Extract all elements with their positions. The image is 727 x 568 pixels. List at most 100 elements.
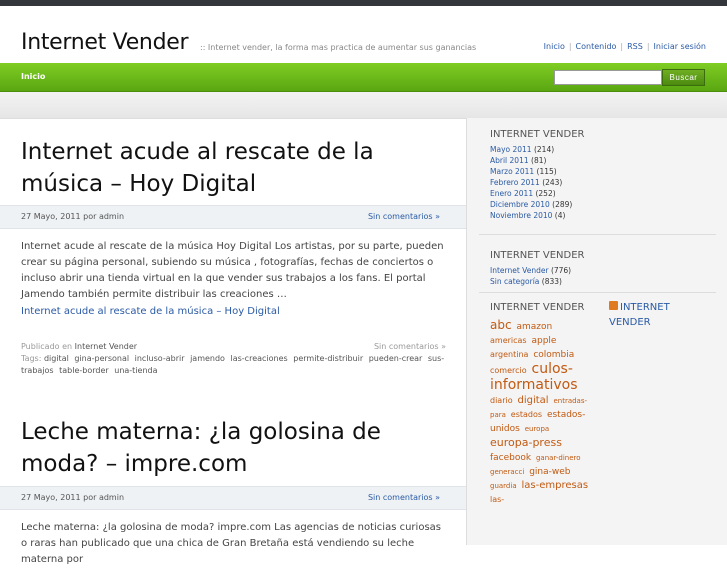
tag-link[interactable]: una-tienda xyxy=(114,366,157,375)
tagcloud-link[interactable]: las- xyxy=(490,495,504,504)
archive-link[interactable]: Febrero 2011 xyxy=(490,178,540,187)
tag-link[interactable]: table-border xyxy=(59,366,109,375)
archive-link[interactable]: Abril 2011 xyxy=(490,156,529,165)
tagcloud-link[interactable]: guardia xyxy=(490,482,517,490)
archive-item: Marzo 2011 (115) xyxy=(490,166,572,177)
tagcloud-link[interactable]: argentina xyxy=(490,350,528,359)
archive-item: Enero 2011 (252) xyxy=(490,188,572,199)
tags-line: Tags: digital gina-personal incluso-abri… xyxy=(21,353,446,377)
archive-count: (289) xyxy=(552,200,573,209)
separator: | xyxy=(568,42,572,51)
archive-item: Diciembre 2010 (289) xyxy=(490,199,572,210)
archive-item: Abril 2011 (81) xyxy=(490,155,572,166)
tag-link[interactable]: pueden-crear xyxy=(369,354,423,363)
archive-count: (115) xyxy=(536,167,557,176)
tag-link[interactable]: permite-distribuir xyxy=(293,354,363,363)
tag-link[interactable]: incluso-abrir xyxy=(135,354,185,363)
main-content: Internet acude al rescate de la música –… xyxy=(0,118,466,565)
sidebar: INTERNET VENDER Mayo 2011 (214) Abril 20… xyxy=(466,118,727,545)
toplink-rss[interactable]: RSS xyxy=(627,42,643,51)
top-links: Inicio | Contenido | RSS | Iniciar sesión xyxy=(544,42,706,51)
rss-widget[interactable]: INTERNET VENDER xyxy=(609,300,699,330)
comments-link[interactable]: Sin comentarios » xyxy=(368,212,440,221)
tagcloud-link[interactable]: europa xyxy=(525,425,549,433)
post-date: 27 Mayo, 2011 por admin xyxy=(21,493,125,502)
site-tagline: :: Internet vender, la forma mas practic… xyxy=(200,43,477,52)
top-strip xyxy=(0,0,727,6)
tagcloud-link[interactable]: las-empresas xyxy=(521,480,588,491)
tagcloud-link[interactable]: comercio xyxy=(490,366,527,375)
tag-link[interactable]: las-creaciones xyxy=(231,354,288,363)
category-link[interactable]: Sin categoría xyxy=(490,277,539,286)
tagcloud-link[interactable]: colombia xyxy=(533,350,574,360)
tagcloud-link[interactable]: ganar-dinero xyxy=(536,454,581,462)
post-excerpt: Leche materna: ¿la golosina de moda? imp… xyxy=(21,522,441,565)
footer-comments-link[interactable]: Sin comentarios » xyxy=(374,341,446,353)
archives-title: INTERNET VENDER xyxy=(490,129,585,140)
post-date: 27 Mayo, 2011 por admin xyxy=(21,212,125,221)
archive-link[interactable]: Enero 2011 xyxy=(490,189,533,198)
archive-link[interactable]: Marzo 2011 xyxy=(490,167,534,176)
separator: | xyxy=(620,42,624,51)
published-label: Publicado en xyxy=(21,342,73,351)
archive-count: (243) xyxy=(542,178,563,187)
tags-title: INTERNET VENDER xyxy=(490,302,585,313)
category-link[interactable]: Internet Vender xyxy=(490,266,549,275)
archive-link[interactable]: Diciembre 2010 xyxy=(490,200,550,209)
categories-list: Internet Vender (776) Sin categoría (833… xyxy=(490,265,571,287)
post-title-line: moda? – impre.com xyxy=(21,451,248,477)
tagcloud-link[interactable]: amazon xyxy=(516,322,552,332)
tagcloud-link[interactable]: europa-press xyxy=(490,436,562,449)
post-meta: 27 Mayo, 2011 por admin Sin comentarios … xyxy=(0,205,466,229)
search-input[interactable] xyxy=(554,70,662,85)
archive-item: Noviembre 2010 (4) xyxy=(490,210,572,221)
post-title[interactable]: Internet acude al rescate de la música –… xyxy=(21,136,441,200)
tagcloud-link[interactable]: americas xyxy=(490,336,527,345)
archive-link[interactable]: Mayo 2011 xyxy=(490,145,532,154)
tagcloud-link[interactable]: diario xyxy=(490,396,513,405)
post-title-line: música – Hoy Digital xyxy=(21,171,257,197)
rss-label: INTERNET VENDER xyxy=(609,302,670,328)
tags-label: Tags: xyxy=(21,354,42,363)
archive-item: Febrero 2011 (243) xyxy=(490,177,572,188)
tagcloud-link[interactable]: abc xyxy=(490,318,512,332)
tag-link[interactable]: gina-personal xyxy=(74,354,129,363)
tag-link[interactable]: digital xyxy=(44,354,69,363)
rss-icon xyxy=(609,301,618,310)
toplink-inicio[interactable]: Inicio xyxy=(544,42,565,51)
post-meta: 27 Mayo, 2011 por admin Sin comentarios … xyxy=(0,486,466,510)
archive-count: (252) xyxy=(535,189,556,198)
post-footer: Publicado en Internet Vender Sin comenta… xyxy=(21,341,446,377)
toplink-login[interactable]: Iniciar sesión xyxy=(654,42,706,51)
post-title-line: Internet acude al rescate de la xyxy=(21,139,374,165)
category-link[interactable]: Internet Vender xyxy=(75,342,137,351)
categories-title: INTERNET VENDER xyxy=(490,250,585,261)
tagcloud-link[interactable]: estados xyxy=(511,410,542,419)
comments-link[interactable]: Sin comentarios » xyxy=(368,493,440,502)
archive-count: (81) xyxy=(531,156,547,165)
archive-link[interactable]: Noviembre 2010 xyxy=(490,211,552,220)
tagcloud-link[interactable]: facebook xyxy=(490,453,531,463)
category-count: (833) xyxy=(541,277,562,286)
post-link[interactable]: Internet acude al rescate de la música –… xyxy=(21,306,280,317)
archive-count: (214) xyxy=(533,145,555,154)
archives-list: Mayo 2011 (214) Abril 2011 (81) Marzo 20… xyxy=(490,144,572,221)
sidebar-divider xyxy=(479,292,716,293)
category-item: Sin categoría (833) xyxy=(490,276,571,287)
tagcloud-link[interactable]: gina-web xyxy=(529,467,570,477)
post-title[interactable]: Leche materna: ¿la golosina de moda? – i… xyxy=(21,416,441,480)
sub-bar xyxy=(0,92,727,119)
tagcloud-link[interactable]: digital xyxy=(517,395,548,406)
sidebar-divider xyxy=(479,234,716,235)
search-button[interactable]: Buscar xyxy=(662,69,705,86)
tagcloud-link[interactable]: apple xyxy=(531,336,556,346)
post-excerpt: Internet acude al rescate de la música H… xyxy=(21,241,444,300)
toplink-contenido[interactable]: Contenido xyxy=(576,42,617,51)
tag-link[interactable]: jamendo xyxy=(190,354,225,363)
site-title[interactable]: Internet Vender xyxy=(21,30,189,55)
tagcloud-link[interactable]: generacci xyxy=(490,468,524,476)
category-item: Internet Vender (776) xyxy=(490,265,571,276)
tag-cloud: abc amazon americas apple argentina colo… xyxy=(490,318,594,507)
archive-item: Mayo 2011 (214) xyxy=(490,144,572,155)
nav-item-inicio[interactable]: Inicio xyxy=(21,72,45,81)
